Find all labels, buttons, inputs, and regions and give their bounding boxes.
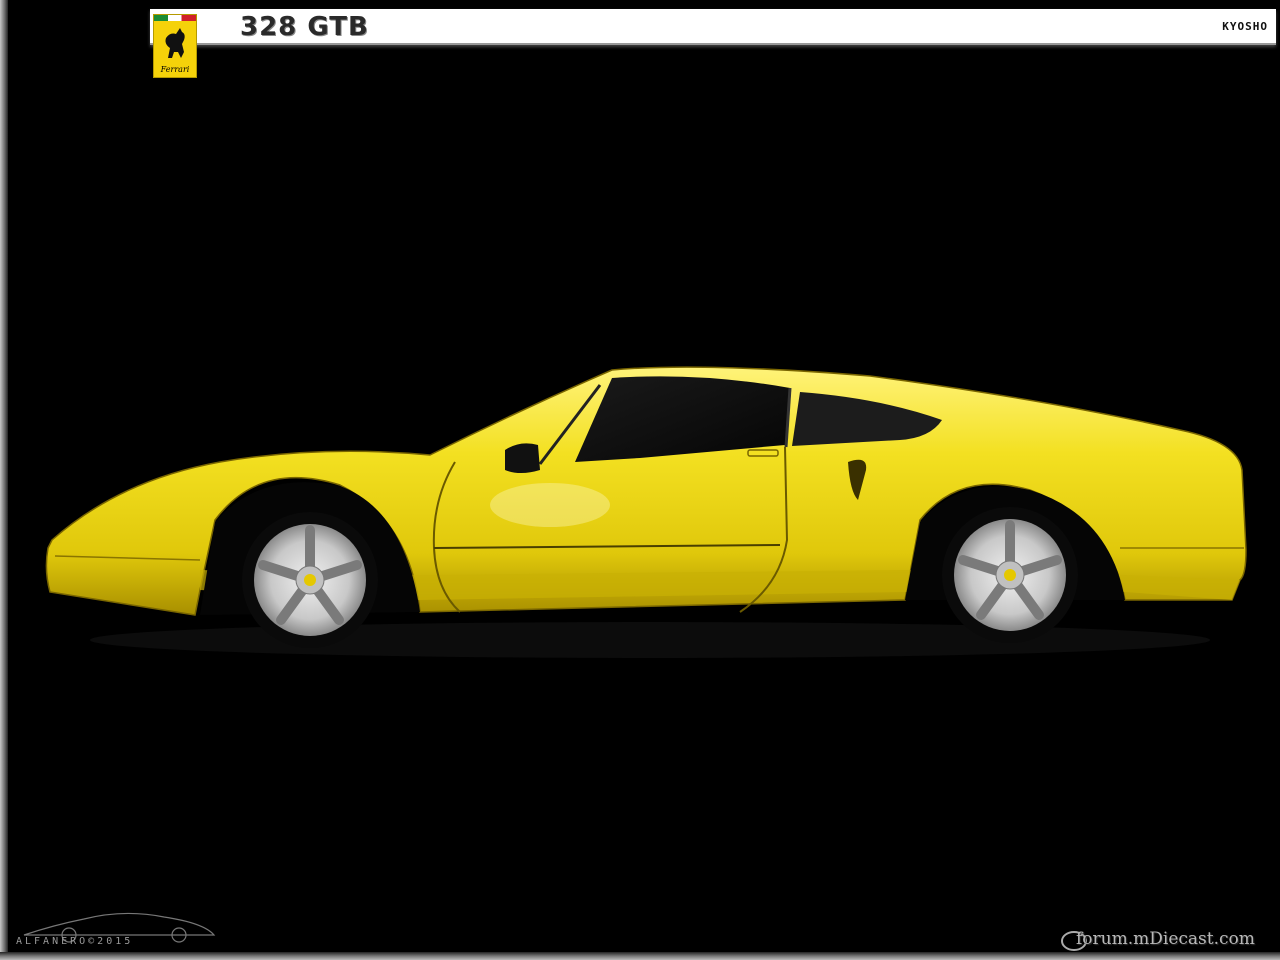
manufacturer-label: KYOSHO [1222, 20, 1268, 33]
side-mirror [505, 443, 540, 473]
front-wheel [242, 512, 378, 648]
model-title: 328 GTB [240, 12, 369, 42]
signature-text: ALFANERO©2015 [16, 936, 134, 947]
watermark-text: forum.mDiecast.com [1076, 929, 1255, 949]
badge-wordmark: Ferrari [160, 65, 190, 74]
ferrari-badge: Ferrari [153, 14, 197, 78]
rear-wheel [942, 507, 1078, 643]
tricolor-stripe [154, 15, 196, 21]
car-photo [45, 366, 1247, 658]
prancing-horse-icon [165, 28, 185, 58]
